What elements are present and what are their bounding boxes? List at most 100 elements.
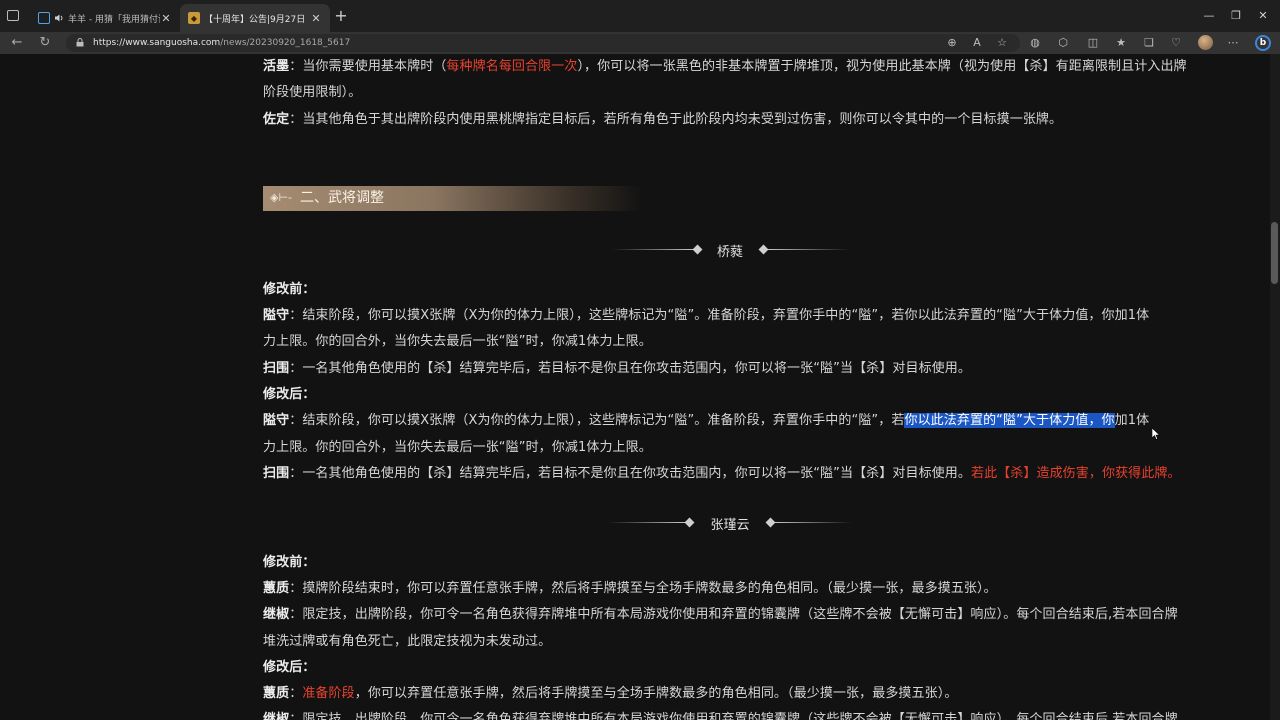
collections-icon[interactable]: ❏ [1143,37,1155,49]
skill-aishou-before: 隘守：结束阶段，你可以摸X张牌（X为你的体力上限），这些牌标记为“隘”。准备阶段… [263,308,1149,324]
skill-label: 扫围 [263,361,290,376]
browser-tab[interactable]: 羊羊 - 用猜「我用猜付诺面 ✕ [30,4,180,32]
character-heading: 张瑾云 [600,513,860,533]
skill-zuoding: 佐定：当其他角色于其出牌阶段内使用黑桃牌指定目标后，若所有角色于此阶段内均未受到… [263,112,1062,128]
url-host: https://www.sanguosha.com [93,38,221,48]
profile-avatar[interactable] [1198,35,1213,50]
scrollbar-track[interactable] [1270,54,1280,720]
character-name: 张瑾云 [710,518,750,533]
favorites-icon[interactable]: ★ [1115,37,1127,49]
audio-icon[interactable] [54,13,64,23]
skill-text: 摸牌阶段结束时，你可以弃置任意张手牌，然后将手牌摸至与全场手牌数最多的角色相同。… [302,581,997,596]
more-icon[interactable]: ⋯ [1227,37,1239,49]
skill-jijiao-after: 继椒：限定技，出牌阶段，你可令一名角色获得弃牌堆中所有本局游戏你使用和弃置的锦囊… [263,712,1178,720]
separator: ： [289,466,303,481]
tab-favicon-icon: ◆ [188,12,200,24]
url-text[interactable]: https://www.sanguosha.com/news/20230920_… [93,36,350,50]
skill-aishou-after: 隘守：结束阶段，你可以摸X张牌（X为你的体力上限），这些牌标记为“隘”。准备阶段… [263,413,1149,429]
skill-label: 隘守 [263,413,290,428]
url-path: /news/20230920_1618_5617 [220,38,351,48]
skill-huizhi-before: 蕙质：摸牌阶段结束时，你可以弃置任意张手牌，然后将手牌摸至与全场手牌数最多的角色… [263,581,997,597]
character-name: 桥蕤 [716,245,743,260]
separator: ： [289,361,303,376]
skill-huomo-cont: 阶段使用限制）。 [263,85,362,100]
highlight-red: 若此【杀】造成伤害，你获得此牌。 [970,466,1181,481]
separator: ： [289,59,303,74]
skill-label: 扫围 [263,466,290,481]
tab-actions-icon [7,10,19,21]
skill-text: 加1体 [1114,413,1150,428]
skill-saowei-before: 扫围：一名其他角色使用的【杀】结算完毕后，若目标不是你且在你攻击范围内，你可以将… [263,361,971,377]
skill-text: ，你可以弃置任意张手牌，然后将手牌摸至与全场手牌数最多的角色相同。（最少摸一张，… [354,686,958,701]
address-toolbar: ← ↻ https://www.sanguosha.com/news/20230… [0,32,1280,54]
separator: ： [289,308,303,323]
tab-close-icon[interactable]: ✕ [310,12,322,25]
skill-text: 一名其他角色使用的【杀】结算完毕后，若目标不是你且在你攻击范围内，你可以将一张“… [302,466,971,481]
skill-aishou-after-cont: 力上限。你的回合外，当你失去最后一张“隘”时，你减1体力上限。 [263,440,652,455]
skill-text: 一名其他角色使用的【杀】结算完毕后，若目标不是你且在你攻击范围内，你可以将一张“… [302,361,971,376]
window-close-icon[interactable]: ✕ [1256,10,1270,22]
tab-title: 羊羊 - 用猜「我用猜付诺面 [68,14,160,25]
scrollbar-thumb[interactable] [1271,222,1278,284]
tab-title: 【十周年】公告|9月27日《三国杀 [204,14,310,25]
skill-saowei-after: 扫围：一名其他角色使用的【杀】结算完毕后，若目标不是你且在你攻击范围内，你可以将… [263,466,1181,482]
before-label: 修改前： [263,282,316,297]
skill-text: 当其他角色于其出牌阶段内使用黑桃牌指定目标后，若所有角色于此阶段内均未受到过伤害… [302,112,1063,127]
tab-strip: 羊羊 - 用猜「我用猜付诺面 ✕ ◆ 【十周年】公告|9月27日《三国杀 ✕ +… [0,0,1280,32]
separator: ： [289,712,303,720]
skill-label: 蕙质 [263,686,290,701]
skill-huomo: 活墨：当你需要使用基本牌时（每种牌名每回合限一次），你可以将一张黑色的非基本牌置… [263,59,1187,75]
skill-huizhi-after: 蕙质：准备阶段，你可以弃置任意张手牌，然后将手牌摸至与全场手牌数最多的角色相同。… [263,686,957,702]
skill-text: 结束阶段，你可以摸X张牌（X为你的体力上限），这些牌标记为“隘”。准备阶段，弃置… [302,413,905,428]
browser-tab-active[interactable]: ◆ 【十周年】公告|9月27日《三国杀 ✕ [180,4,330,32]
tab-favicon-icon [38,12,50,24]
article-page: 活墨：当你需要使用基本牌时（每种牌名每回合限一次），你可以将一张黑色的非基本牌置… [0,54,1270,720]
separator: ： [289,581,303,596]
zoom-icon[interactable]: ⊕ [946,37,958,49]
highlight-red: 准备阶段 [302,686,355,701]
skill-aishou-before-cont: 力上限。你的回合外，当你失去最后一张“隘”时，你减1体力上限。 [263,334,652,349]
before-label: 修改前： [263,555,316,570]
tab-close-icon[interactable]: ✕ [160,12,172,25]
section-title: 二、武将调整 [300,190,384,206]
mouse-cursor-icon [1152,428,1160,440]
lock-icon[interactable] [76,38,84,47]
skill-label: 佐定 [263,112,290,127]
skill-text: 结束阶段，你可以摸X张牌（X为你的体力上限），这些牌标记为“隘”。准备阶段，弃置… [302,308,1150,323]
separator: ： [289,607,303,622]
new-tab-icon[interactable]: + [334,8,348,24]
refresh-icon[interactable]: ↻ [37,35,53,51]
address-bar[interactable]: https://www.sanguosha.com/news/20230920_… [66,34,1020,52]
skill-jijiao-before-cont: 堆洗过牌或有角色死亡，此限定技视为未发动过。 [263,634,552,649]
skill-label: 隘守 [263,308,290,323]
text-selection[interactable]: 你以此法弃置的“隘”大于体力值，你 [904,413,1115,428]
skill-label: 活墨 [263,59,290,74]
skill-text: ），你可以将一张黑色的非基本牌置于牌堆顶，视为使用此基本牌（视为使用【杀】有距离… [577,59,1187,74]
separator: ： [289,413,303,428]
after-label: 修改后： [263,660,316,675]
after-label: 修改后： [263,387,316,402]
split-screen-icon[interactable]: ◫ [1087,37,1099,49]
copilot-icon[interactable]: b [1255,35,1271,51]
skill-text: 限定技，出牌阶段，你可令一名角色获得弃牌堆中所有本局游戏你使用和弃置的锦囊牌（这… [302,607,1178,622]
skill-text: 限定技，出牌阶段，你可令一名角色获得弃牌堆中所有本局游戏你使用和弃置的锦囊牌（这… [302,712,1178,720]
separator: ： [289,112,303,127]
back-icon[interactable]: ← [9,35,25,51]
ornament-icon: ◈⊢- [270,191,293,204]
skill-label: 蕙质 [263,581,290,596]
skill-text: 当你需要使用基本牌时（ [302,59,447,74]
separator: ： [289,686,303,701]
extensions-icon[interactable]: ⬡ [1057,37,1069,49]
section-header: ◈⊢- 二、武将调整 [263,186,643,211]
extension-icon[interactable]: ◍ [1029,37,1041,49]
skill-jijiao-before: 继椒：限定技，出牌阶段，你可令一名角色获得弃牌堆中所有本局游戏你使用和弃置的锦囊… [263,607,1178,623]
highlight-red: 每种牌名每回合限一次 [446,59,578,74]
skill-label: 继椒 [263,712,290,720]
favorite-star-icon[interactable]: ☆ [996,37,1008,49]
tab-actions-button[interactable] [6,8,24,24]
restore-icon[interactable]: ❐ [1229,10,1243,22]
read-aloud-icon[interactable]: A [971,37,983,49]
character-heading: 桥蕤 [600,240,860,260]
health-icon[interactable]: ♡ [1170,37,1182,49]
minimize-icon[interactable]: — [1202,10,1216,22]
